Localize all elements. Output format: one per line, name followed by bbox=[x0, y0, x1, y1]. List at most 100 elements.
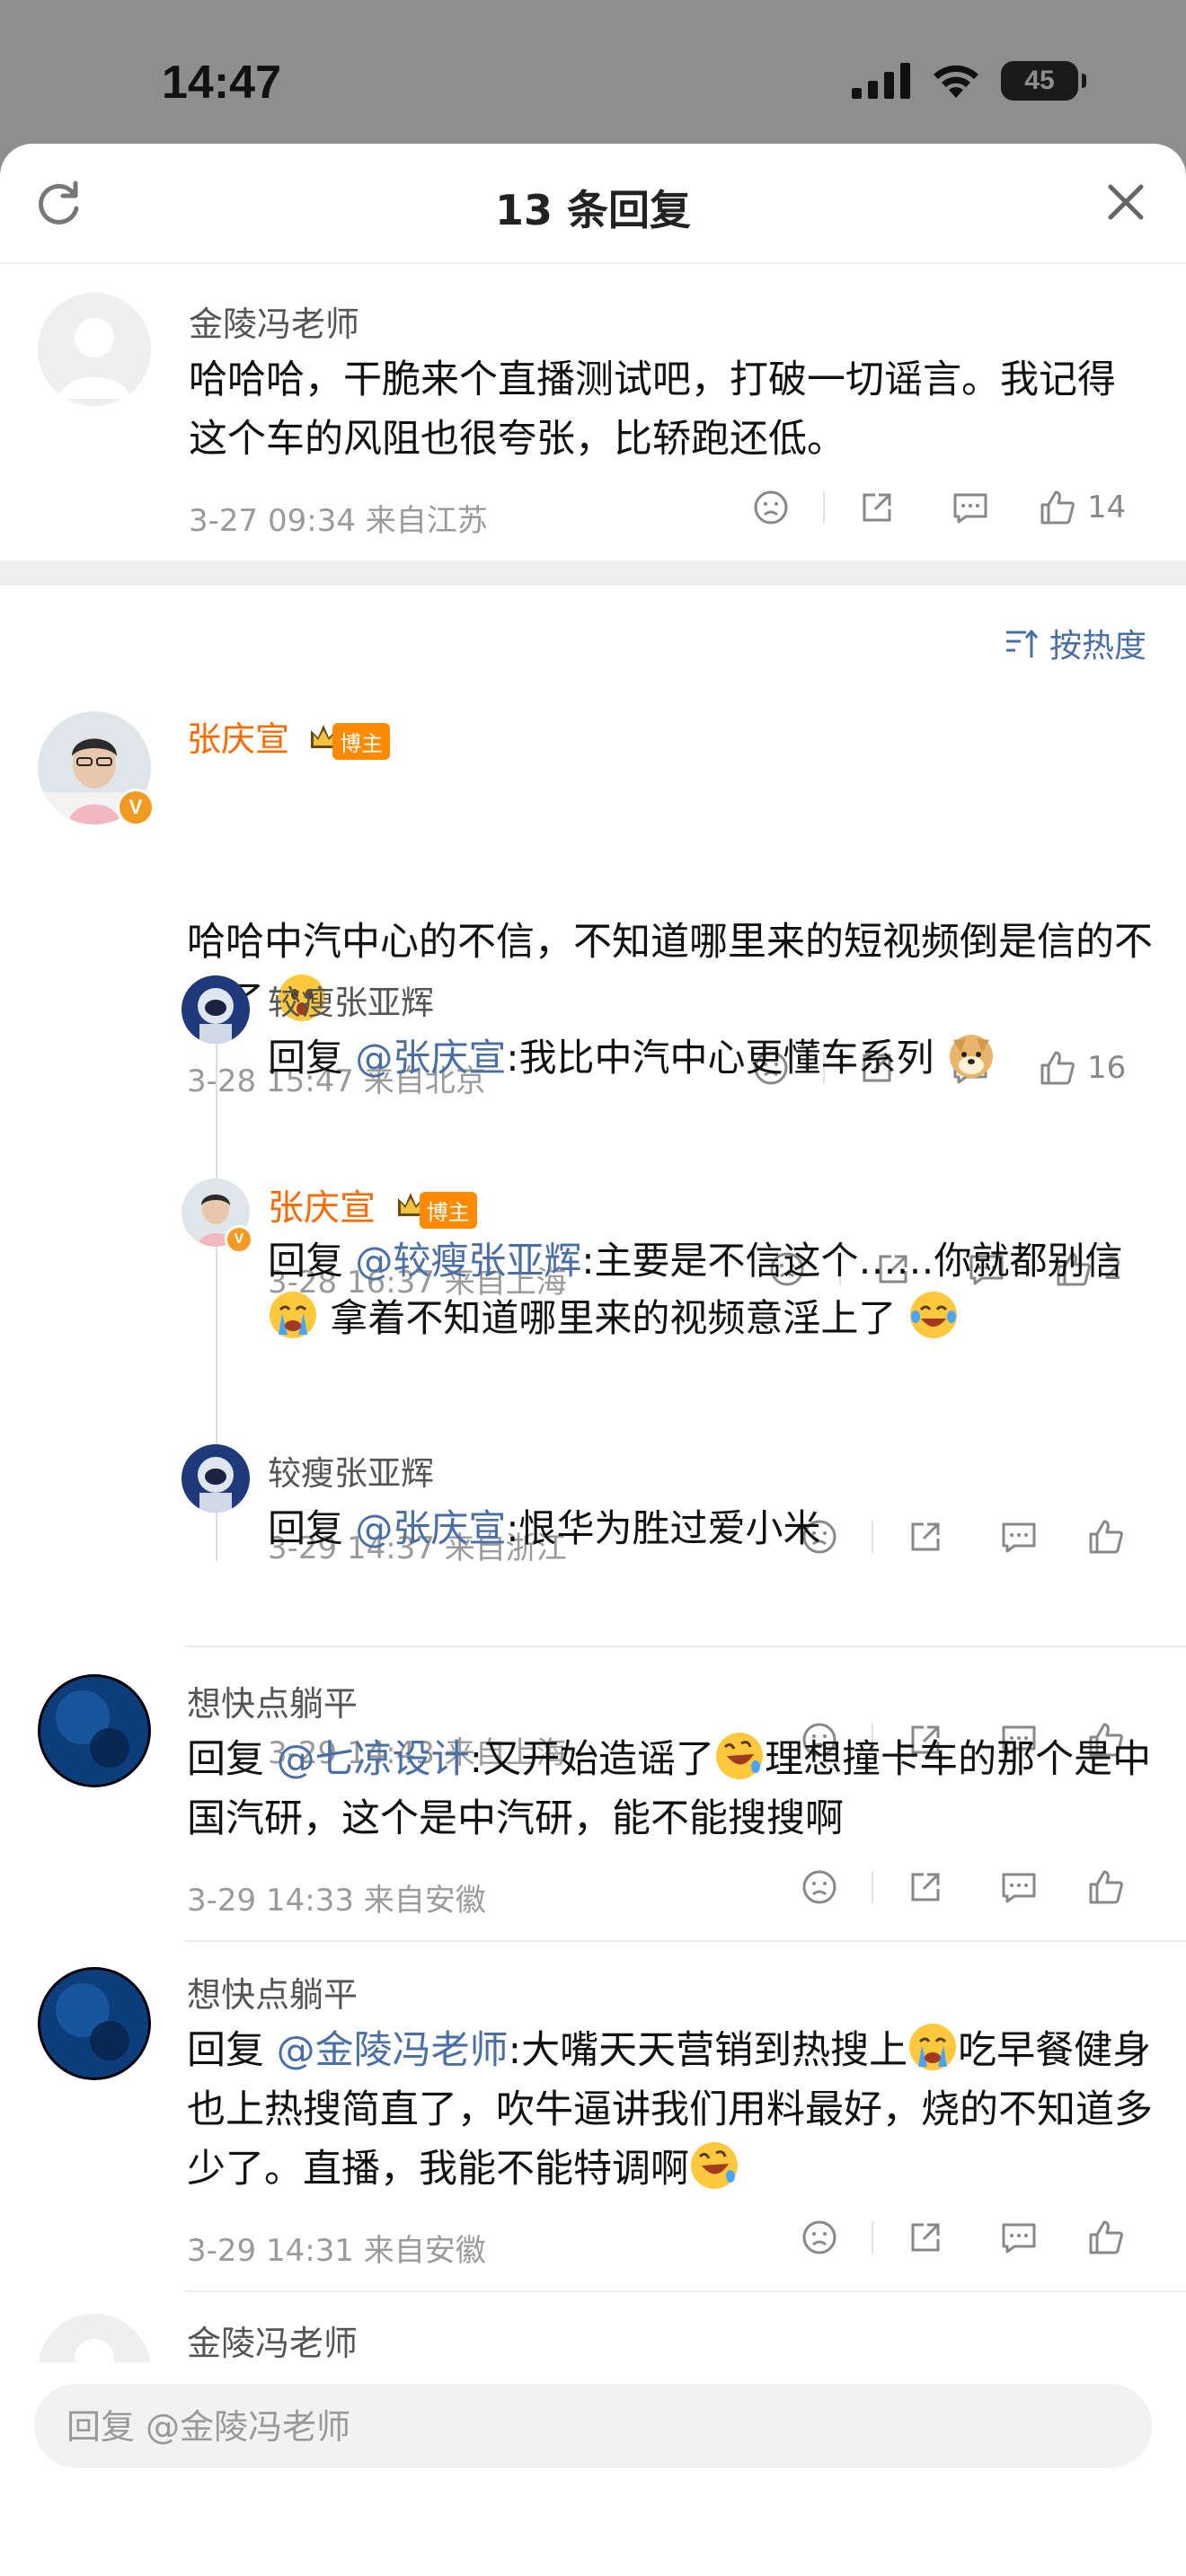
reply-prefix: 回复 bbox=[268, 1506, 356, 1550]
comment-icon bbox=[1002, 2223, 1036, 2254]
comment-text: 回复 @七凉设计:又开始造谣了 理想撞卡车的那个是中国汽研，这个是中汽研，能不能搜… bbox=[187, 1730, 1157, 1848]
sort-by-popularity[interactable]: 按热度 bbox=[1005, 620, 1146, 666]
mention-link[interactable]: @张庆宣 bbox=[355, 1036, 506, 1080]
close-icon bbox=[1108, 184, 1144, 220]
reply-input-bar bbox=[34, 2384, 1152, 2470]
action-separator bbox=[872, 2221, 873, 2254]
share-button[interactable] bbox=[900, 1869, 951, 1905]
astronaut-avatar bbox=[181, 975, 250, 1044]
replies-sheet: 13 条回复 金陵冯老师 哈哈哈，干脆来个直播测试吧，打破一切谣言。我记得这个车… bbox=[0, 144, 1186, 2576]
avatar[interactable] bbox=[38, 1674, 151, 1787]
dislike-button[interactable] bbox=[794, 1869, 845, 1905]
comment-username[interactable]: 金陵冯老师 bbox=[187, 2316, 358, 2365]
comment-username[interactable]: 金陵冯老师 bbox=[189, 296, 359, 346]
frown-icon bbox=[802, 2220, 836, 2254]
verified-badge-icon: V bbox=[117, 789, 155, 826]
comment-text: 哈哈哈，干脆来个直播测试吧，打破一切谣言。我记得这个车的风阻也很夸张，比轿跑还低… bbox=[189, 357, 1116, 462]
sheet-title: 13 条回复 bbox=[494, 186, 692, 234]
comment-actions bbox=[794, 1868, 1125, 1906]
share-button[interactable] bbox=[852, 490, 902, 525]
thumbs-up-icon bbox=[1089, 2220, 1123, 2254]
action-separator bbox=[823, 491, 825, 524]
comment-icon bbox=[1002, 1873, 1036, 1903]
default-avatar-icon bbox=[38, 293, 151, 406]
blogger-badge: 博主 bbox=[419, 1191, 477, 1229]
reply-button[interactable] bbox=[945, 490, 996, 525]
reply-body: :我比中汽中心更懂车系列 bbox=[506, 1036, 934, 1080]
planet-avatar bbox=[38, 1967, 151, 2080]
frown-icon bbox=[754, 490, 788, 525]
comment-meta: 3-29 14:33 来自安徽 bbox=[187, 1883, 486, 1919]
share-icon bbox=[863, 493, 891, 522]
share-button[interactable] bbox=[900, 2219, 951, 2255]
share-icon bbox=[911, 1873, 940, 1901]
mention-link[interactable]: @七凉设计 bbox=[277, 1737, 470, 1782]
comment-username[interactable]: 张庆宣 博主 bbox=[187, 711, 391, 762]
mention-link[interactable]: @张庆宣 bbox=[355, 1506, 506, 1550]
sheet-header: 13 条回复 bbox=[0, 144, 1186, 264]
mention-link[interactable]: @较瘦张亚辉 bbox=[355, 1239, 581, 1283]
sort-icon bbox=[1005, 629, 1039, 657]
reply-button[interactable] bbox=[994, 2219, 1044, 2255]
avatar[interactable] bbox=[181, 1444, 250, 1513]
reply-input[interactable] bbox=[65, 2384, 1128, 2470]
thumbs-up-icon bbox=[1089, 1870, 1123, 1904]
reply-text: 回复 @较瘦张亚辉:主要是不信这个……你就都别信 拿着不知道哪里来的视频意淫上了 bbox=[268, 1232, 1175, 1347]
crying-emoji-icon bbox=[907, 2022, 958, 2072]
comment-divider bbox=[185, 1940, 1186, 1942]
dislike-button[interactable] bbox=[794, 2219, 845, 2255]
reply-prefix: 回复 bbox=[187, 1737, 277, 1782]
status-icons: 45 bbox=[852, 61, 1086, 101]
username-text: 张庆宣 bbox=[187, 719, 290, 759]
blogger-badge: 博主 bbox=[332, 723, 391, 760]
wifi-icon bbox=[934, 65, 978, 98]
status-time: 14:47 bbox=[162, 57, 281, 109]
comment-divider bbox=[185, 1645, 1186, 1647]
reply-prefix: 回复 bbox=[187, 2028, 277, 2073]
like-button[interactable] bbox=[1087, 1868, 1125, 1906]
reply-username[interactable]: 较瘦张亚辉 bbox=[268, 1446, 434, 1495]
comment-username[interactable]: 想快点躺平 bbox=[187, 1676, 358, 1725]
reply-prefix: 回复 bbox=[268, 1036, 356, 1080]
planet-avatar bbox=[38, 1674, 151, 1787]
action-separator bbox=[872, 1871, 873, 1903]
mention-link[interactable]: @金陵冯老师 bbox=[277, 2028, 509, 2073]
comment-divider bbox=[185, 2290, 1186, 2292]
astronaut-avatar bbox=[181, 1444, 250, 1513]
thumbs-up-icon bbox=[1040, 490, 1075, 525]
frown-icon bbox=[802, 1870, 836, 1904]
rofl-emoji-icon bbox=[714, 1731, 765, 1781]
rofl-emoji-icon bbox=[689, 2140, 739, 2191]
sort-label: 按热度 bbox=[1049, 628, 1146, 665]
crying-emoji-icon bbox=[268, 1290, 318, 1340]
like-button[interactable] bbox=[1087, 2219, 1125, 2256]
close-button[interactable] bbox=[1103, 180, 1148, 225]
comment-text: 回复 @金陵冯老师:大嘴天天营销到热搜上 吃早餐健身也上热搜简直了，吹牛逼讲我们用… bbox=[187, 2021, 1157, 2199]
share-icon bbox=[911, 2223, 940, 2252]
avatar[interactable] bbox=[38, 1967, 151, 2080]
like-button[interactable]: 14 bbox=[1039, 489, 1126, 526]
reply-button[interactable] bbox=[994, 1869, 1044, 1905]
username-text: 张庆宣 bbox=[268, 1187, 376, 1229]
reply-text: 回复 @张庆宣:恨华为胜过爱小米 bbox=[268, 1500, 1166, 1557]
avatar[interactable] bbox=[181, 975, 250, 1044]
reply-body: :恨华为胜过爱小米 bbox=[506, 1506, 821, 1550]
comment-body: :大嘴天天营销到热搜上 bbox=[508, 2028, 908, 2073]
dislike-button[interactable] bbox=[746, 490, 796, 525]
comment-icon bbox=[953, 493, 987, 524]
laughing-tears-emoji-icon bbox=[908, 1290, 959, 1340]
reply-username[interactable]: 张庆宣 博主 bbox=[268, 1178, 477, 1231]
reply-prefix: 回复 bbox=[268, 1239, 356, 1283]
doge-emoji-icon bbox=[946, 1029, 996, 1080]
comment-meta: 3-29 14:31 来自安徽 bbox=[187, 2233, 486, 2269]
section-divider bbox=[0, 560, 1186, 586]
reply-username[interactable]: 较瘦张亚辉 bbox=[268, 975, 434, 1024]
comment-username[interactable]: 想快点躺平 bbox=[187, 1967, 358, 2016]
reply-text: 回复 @张庆宣:我比中汽中心更懂车系列 bbox=[268, 1029, 1166, 1087]
battery-indicator: 45 bbox=[1001, 61, 1086, 101]
avatar[interactable] bbox=[38, 293, 151, 406]
verified-badge-icon: V bbox=[225, 1225, 253, 1254]
comment-actions: 14 bbox=[746, 489, 1126, 526]
comment-actions bbox=[794, 2219, 1125, 2256]
comment-body: :又开始造谣了 bbox=[469, 1737, 715, 1782]
